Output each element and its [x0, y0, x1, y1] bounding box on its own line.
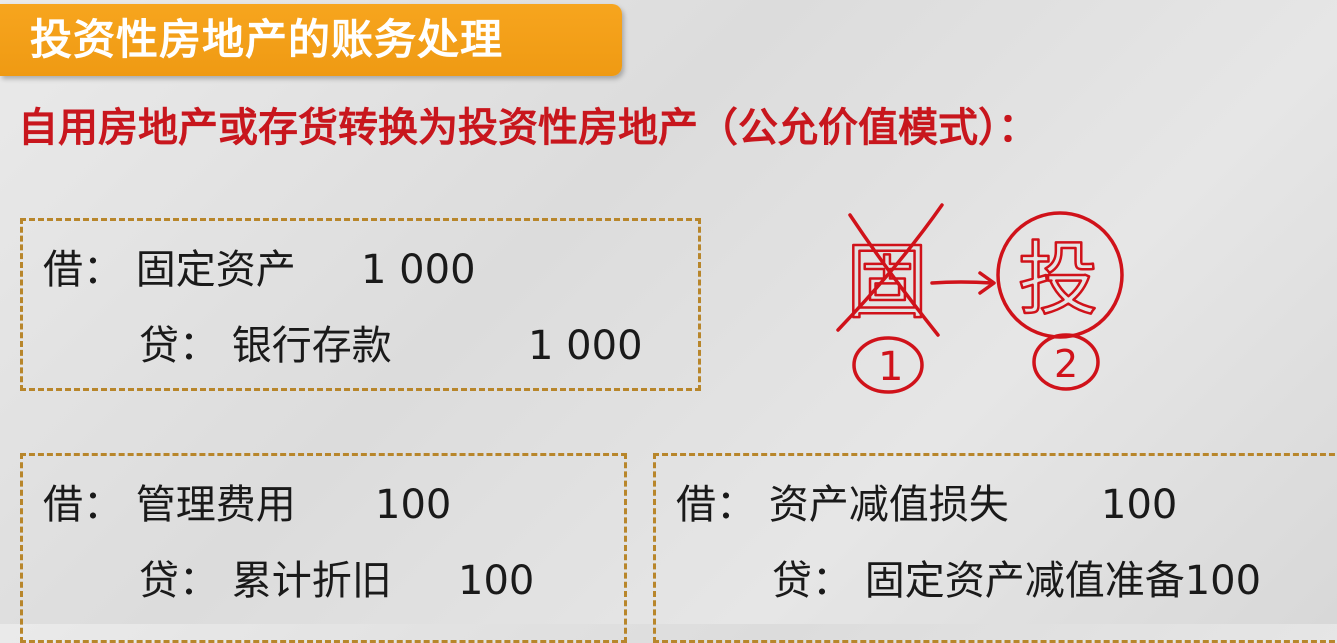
debit-account: 资产减值损失: [768, 482, 1009, 528]
debit-label: 借：: [43, 482, 123, 528]
target-char: 投: [1018, 233, 1098, 326]
debit-account: 管理费用: [135, 482, 296, 528]
debit-amount: 1 000: [361, 247, 476, 293]
crossed-char: 固: [846, 235, 928, 330]
credit-label: 贷：: [139, 558, 219, 604]
subtitle: 自用房地产或存货转换为投资性房地产（公允价值模式）：: [18, 105, 1038, 151]
credit-account: 累计折旧: [231, 558, 392, 604]
credit-line: 贷： 银行存款: [139, 321, 392, 371]
credit-line: 贷： 累计折旧: [139, 556, 392, 606]
debit-label: 借：: [43, 247, 123, 293]
debit-amount: 100: [1101, 482, 1178, 528]
title-banner: 投资性房地产的账务处理: [0, 4, 622, 76]
credit-amount: 100: [458, 558, 535, 604]
debit-line: 借： 管理费用: [43, 480, 296, 530]
journal-entry-box-3: 借： 资产减值损失 100 贷： 固定资产减值准备100: [653, 453, 1337, 643]
debit-label: 借：: [676, 482, 756, 528]
circle-two-num: 2: [1054, 342, 1078, 386]
journal-entry-box-2: 借： 管理费用 100 贷： 累计折旧 100: [20, 453, 627, 643]
credit-label: 贷：: [139, 323, 219, 369]
debit-account: 固定资产: [135, 247, 296, 293]
arrow-line: [930, 280, 994, 285]
journal-entry-box-1: 借： 固定资产 1 000 贷： 银行存款 1 000: [20, 218, 701, 391]
debit-line: 借： 资产减值损失: [676, 480, 1009, 530]
credit-label: 贷：: [772, 558, 852, 604]
slide-title: 投资性房地产的账务处理: [30, 15, 504, 64]
debit-amount: 100: [375, 482, 452, 528]
credit-line: 贷： 固定资产减值准备100: [772, 556, 1261, 606]
credit-account: 固定资产减值准备100: [864, 558, 1262, 604]
circle-one-num: 1: [878, 344, 903, 390]
credit-account: 银行存款: [231, 323, 392, 369]
credit-amount: 1 000: [528, 323, 643, 369]
handwritten-annotation: 固 1 投 2: [836, 203, 1124, 394]
debit-line: 借： 固定资产: [43, 245, 296, 295]
